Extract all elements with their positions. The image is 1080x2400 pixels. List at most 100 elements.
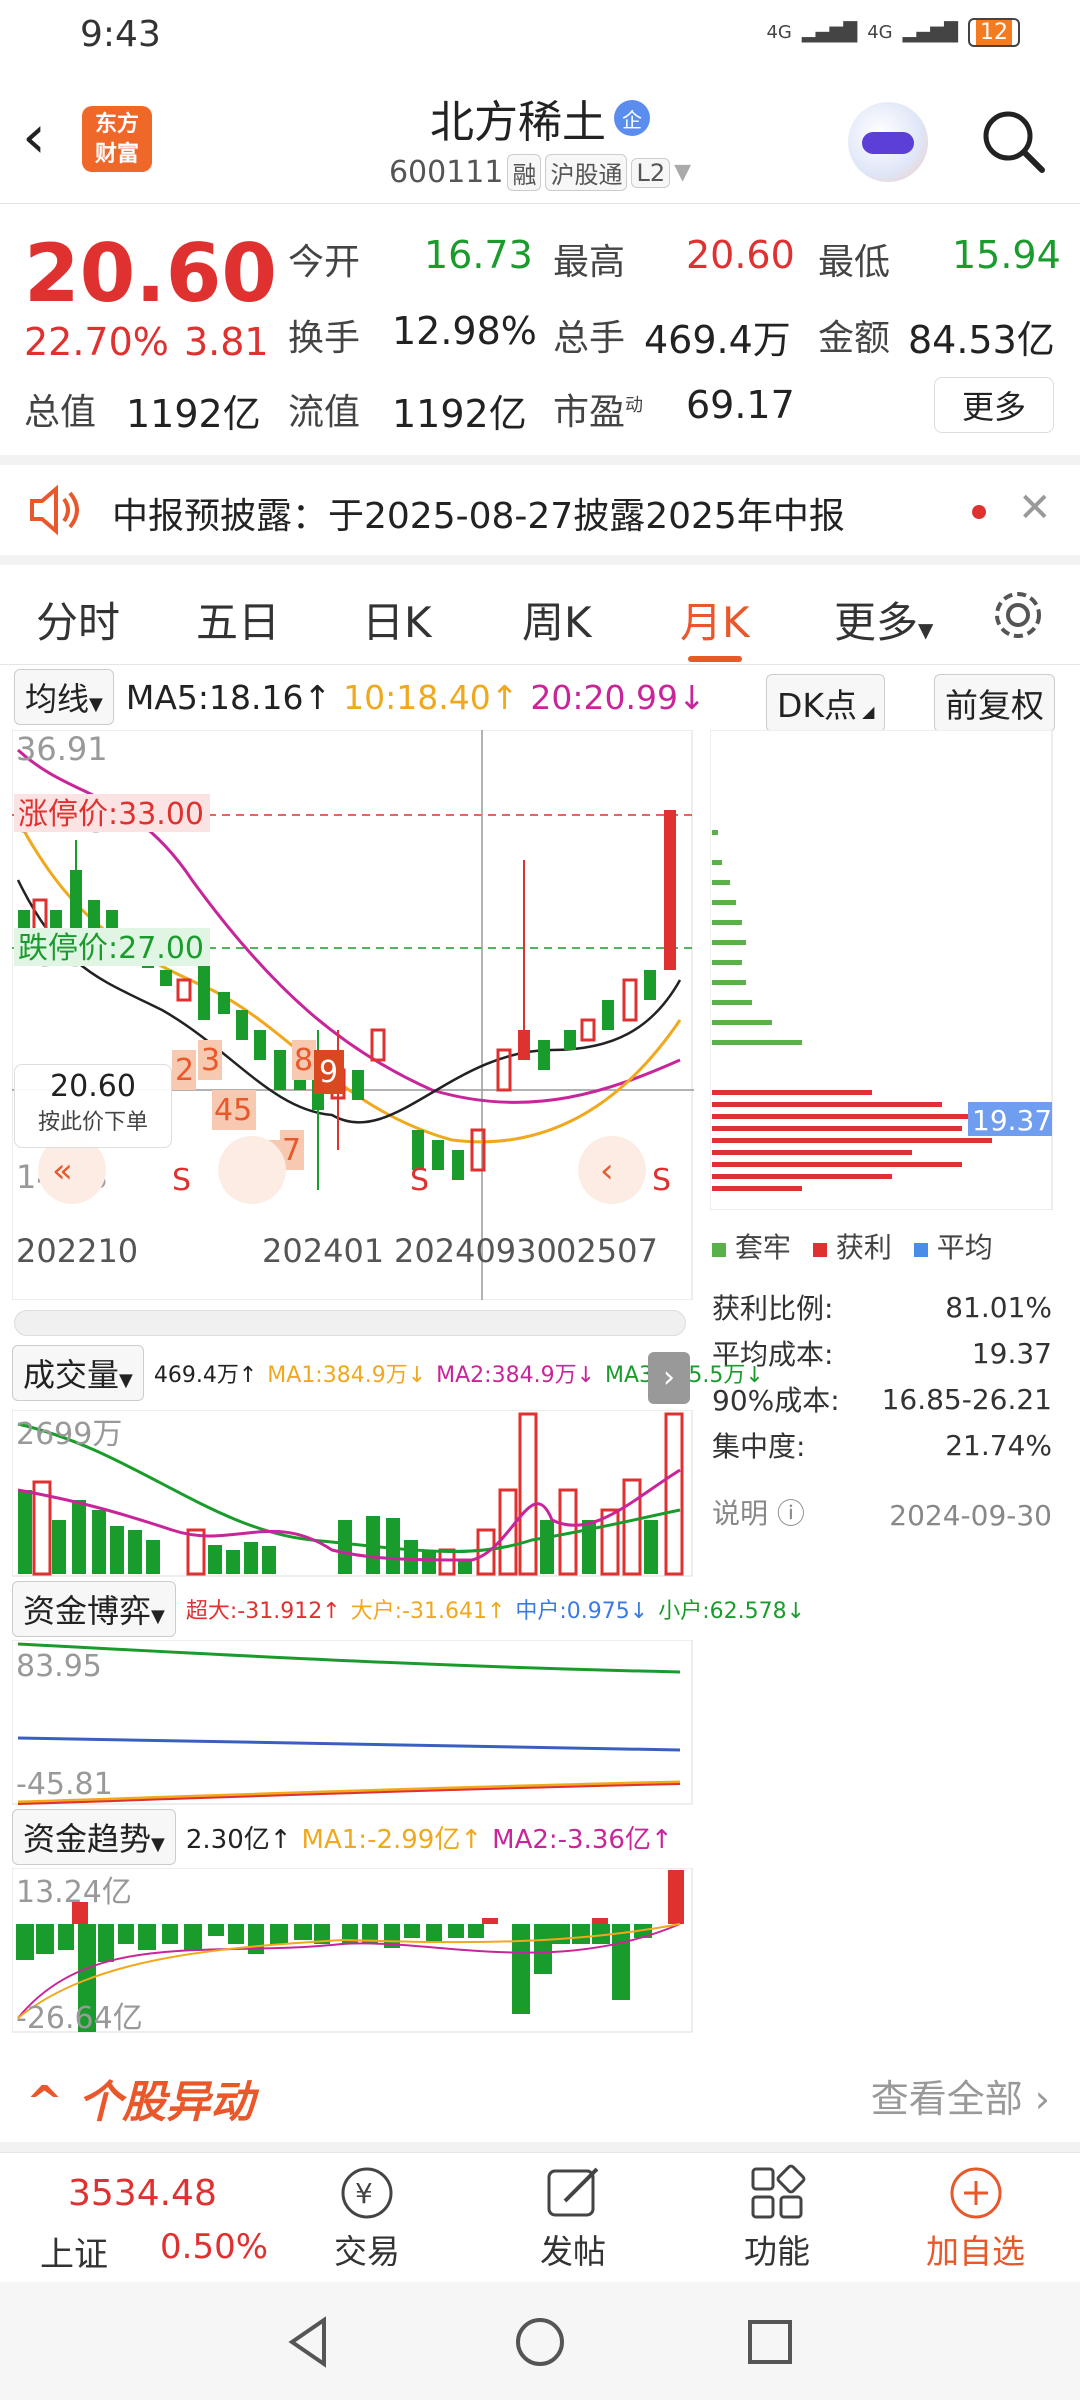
notice-bar[interactable]: 中报预披露：于2025-08-27披露2025年中报 ✕	[0, 465, 1080, 555]
expand-icon[interactable]: ›	[648, 1352, 690, 1404]
edit-icon	[547, 2167, 599, 2217]
svg-text:3: 3	[201, 1043, 220, 1078]
post-button[interactable]: 发帖	[540, 2161, 606, 2273]
dk-point-button[interactable]: DK点 ◢	[766, 674, 886, 732]
adjust-mode-button[interactable]: 前复权	[934, 674, 1055, 732]
volume-max-label: 2699万	[16, 1417, 122, 1452]
float-cap-value: 1192亿	[392, 392, 527, 436]
date-label-1: 202210	[16, 1232, 138, 1270]
s-marker: S	[652, 1163, 671, 1198]
date-label-2: 202401	[262, 1232, 384, 1270]
ma20-value: 20:20.99↓	[530, 677, 706, 717]
trade-button[interactable]: ¥ 交易	[334, 2161, 400, 2273]
svg-text:45: 45	[214, 1093, 252, 1128]
search-icon[interactable]	[978, 106, 1048, 176]
capital-game-selector[interactable]: 资金博弈▼	[12, 1581, 176, 1637]
amount-value: 84.53亿	[908, 318, 1055, 362]
recents-square-icon[interactable]	[740, 2312, 800, 2372]
tab-day-k[interactable]: 日K	[362, 589, 432, 650]
scroll-left-icon: «	[52, 1151, 73, 1191]
capital-trend-chart: 13.24亿 -26.64亿	[12, 1868, 693, 2034]
add-watchlist-button[interactable]: 加自选	[926, 2161, 1025, 2273]
plus-icon	[950, 2167, 1001, 2219]
volume-chart: 2699万	[12, 1410, 693, 1577]
order-at-price-tip[interactable]: 20.60 按此价下单	[14, 1064, 172, 1148]
turnover-label: 换手	[288, 318, 361, 359]
open-value: 16.73	[424, 233, 533, 277]
capital-game-bottom-label: -45.81	[16, 1767, 113, 1802]
s-marker: S	[410, 1163, 429, 1198]
change-percent: 22.70%	[24, 320, 169, 364]
tab-intraday[interactable]: 分时	[36, 589, 120, 650]
index-change: 0.50%	[160, 2227, 269, 2267]
tag-l2: L2	[631, 157, 671, 188]
ma5-value: MA5:18.16↑	[125, 677, 332, 717]
stock-movement-bar[interactable]: ^ 个股异动 查看全部 ›	[0, 2052, 1080, 2152]
change-amount: 3.81	[184, 320, 269, 364]
s-marker: S	[172, 1163, 191, 1198]
tab-five-day[interactable]: 五日	[196, 589, 280, 650]
info-icon[interactable]: 说明 ⓘ	[712, 1492, 805, 1532]
battery-icon: 12	[968, 18, 1020, 47]
volume-selector[interactable]: 成交量▼	[12, 1345, 144, 1401]
stock-code: 600111	[388, 155, 504, 190]
prev-icon: ‹	[600, 1151, 614, 1191]
high-value: 20.60	[686, 233, 795, 277]
capital-game-top-label: 83.95	[16, 1649, 102, 1684]
status-bar: 9:43 4G ▂▄▆█ 4G ▂▄▆█ 12	[0, 0, 1080, 72]
close-icon[interactable]: ✕	[1018, 485, 1052, 531]
kline-chart[interactable]: 36.91 31.43 25.94 14.98 涨停价:33.00 跌停价:27…	[12, 730, 694, 1300]
low-label: 最低	[818, 242, 891, 283]
network-icon: 4G	[766, 22, 792, 43]
view-all-link[interactable]: 查看全部 ›	[871, 2068, 1050, 2123]
svg-text:¥: ¥	[355, 2177, 373, 2210]
chevron-up-icon: ^	[26, 2077, 79, 2128]
amount-label: 金额	[818, 318, 891, 359]
last-price: 20.60	[24, 227, 278, 320]
total-cap-label: 总值	[24, 392, 97, 433]
capital-trend-selector[interactable]: 资金趋势▼	[12, 1809, 176, 1865]
turnover-value: 12.98%	[392, 309, 537, 353]
capital-trend-bottom-label: -26.64亿	[16, 2001, 143, 2034]
limit-up-label: 涨停价:33.00	[18, 797, 204, 832]
settings-gear-icon[interactable]	[990, 587, 1046, 643]
tab-week-k[interactable]: 周K	[522, 589, 592, 650]
total-volume-value: 469.4万	[644, 318, 791, 362]
price-high-label: 36.91	[16, 730, 108, 768]
capital-trend-top-label: 13.24亿	[16, 1875, 132, 1910]
grid-icon	[751, 2164, 806, 2219]
high-label: 最高	[553, 242, 626, 283]
back-triangle-icon[interactable]	[280, 2312, 340, 2372]
date-label-3: 20240930	[394, 1232, 557, 1270]
indicator-selector[interactable]: 均线▼	[14, 669, 114, 725]
average-cost-label: 19.37	[972, 1104, 1052, 1137]
tab-month-k[interactable]: 月K	[680, 589, 750, 662]
svg-text:8: 8	[294, 1043, 313, 1078]
chip-distribution: 19.37	[710, 730, 1053, 1210]
signal-icon: ▂▄▆█	[801, 22, 858, 43]
total-volume-label: 总手	[553, 318, 626, 359]
movement-title: ^ 个股异动	[26, 2077, 255, 2128]
dropdown-icon[interactable]: ▼	[674, 160, 691, 185]
total-cap-value: 1192亿	[126, 392, 261, 436]
svg-text:2: 2	[175, 1053, 194, 1088]
date-label-4: 02507	[556, 1232, 658, 1270]
functions-button[interactable]: 功能	[744, 2161, 810, 2273]
home-circle-icon[interactable]	[510, 2312, 570, 2372]
network-icon-2: 4G	[867, 22, 893, 43]
tag-hk-connect: 沪股通	[545, 154, 628, 191]
ma-bar: 均线▼ MA5:18.16↑ 10:18.40↑ 20:20.99↓	[14, 669, 706, 725]
more-button[interactable]: 更多	[934, 377, 1054, 433]
capital-trend-header: 资金趋势▼ 2.30亿↑ MA1:-2.99亿↑ MA2:-3.36亿↑	[12, 1809, 683, 1865]
unread-dot	[972, 505, 986, 519]
capital-game-chart: 83.95 -45.81	[12, 1640, 693, 1805]
robot-avatar-icon[interactable]	[848, 102, 928, 182]
float-cap-label: 流值	[288, 392, 361, 433]
pe-label: 市盈动	[553, 392, 644, 433]
chart-scrollbar[interactable]	[14, 1310, 686, 1336]
quote-panel: 20.60 22.70% 3.81 今开 16.73 最高 20.60 最低 1…	[0, 205, 1080, 455]
header: ‹ 东方 财富 北方稀土 企 600111 融 沪股通 L2 ▼	[0, 72, 1080, 204]
notice-text: 中报预披露：于2025-08-27披露2025年中报	[112, 496, 845, 537]
tab-more[interactable]: 更多▼	[834, 589, 933, 650]
open-label: 今开	[288, 242, 361, 283]
